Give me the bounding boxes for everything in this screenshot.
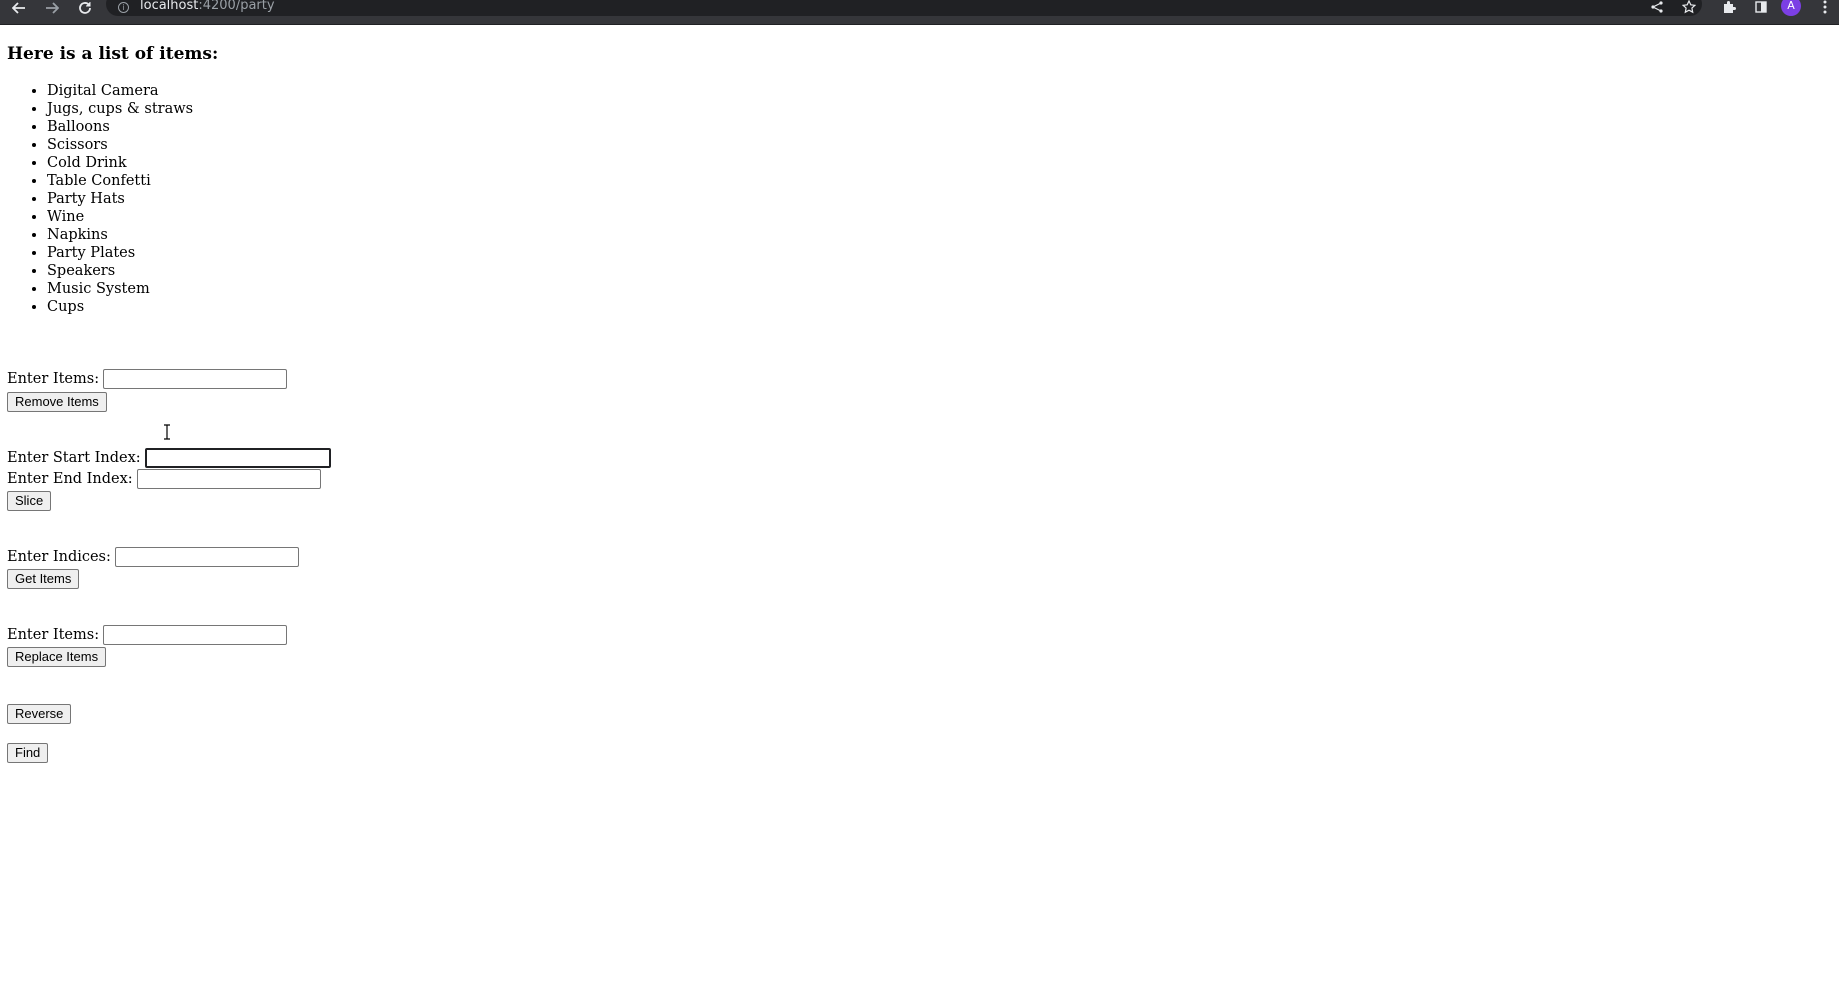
replace-items-input[interactable] [103,625,288,645]
start-index-label: Enter Start Index: [7,450,141,466]
share-icon[interactable] [1646,0,1668,14]
list-item: Party Hats [47,190,193,208]
list-item: Jugs, cups & straws [47,100,193,118]
replace-items-button[interactable]: Replace Items [7,647,107,667]
list-item: Cups [47,298,193,316]
list-item: Napkins [47,226,193,244]
start-index-input[interactable] [144,448,331,468]
indices-input[interactable] [114,547,299,567]
indices-label: Enter Indices: [7,549,111,565]
info-icon[interactable]: i [118,2,129,13]
find-button[interactable]: Find [7,743,49,763]
slice-button[interactable]: Slice [7,491,52,511]
menu-icon[interactable] [1814,0,1836,14]
list-item: Cold Drink [47,154,193,172]
profile-avatar[interactable]: A [1781,0,1801,16]
url-host: localhost [140,0,199,13]
list-item: Music System [47,280,193,298]
list-item: Speakers [47,262,193,280]
side-panel-icon[interactable] [1750,0,1772,14]
reload-icon[interactable] [73,0,97,16]
forward-arrow-icon[interactable] [40,0,64,16]
page-title: Here is a list of items: [7,44,219,64]
list-item: Balloons [47,118,193,136]
replace-items-label: Enter Items: [7,627,100,643]
list-item: Scissors [47,136,193,154]
reverse-button[interactable]: Reverse [7,704,72,724]
items-list: Digital Camera Jugs, cups & straws Ballo… [0,82,193,316]
remove-items-button[interactable]: Remove Items [7,392,107,412]
address-bar[interactable]: i localhost:4200/party [106,0,1702,16]
end-index-label: Enter End Index: [7,471,133,487]
extensions-icon[interactable] [1718,0,1740,14]
url-path: :4200/party [198,0,275,13]
remove-items-input[interactable] [103,369,288,389]
list-item: Wine [47,208,193,226]
list-item: Table Confetti [47,172,193,190]
page-content: Here is a list of items: Digital Camera … [0,25,1839,1000]
replace-items-row: Enter Items: [7,624,288,646]
end-index-input[interactable] [136,469,321,489]
remove-items-label: Enter Items: [7,371,100,387]
list-item: Digital Camera [47,82,193,100]
indices-row: Enter Indices: [7,546,299,568]
star-icon[interactable] [1678,0,1700,14]
remove-items-row: Enter Items: [7,368,288,390]
end-index-row: Enter End Index: [7,468,321,490]
browser-toolbar: i localhost:4200/party A [0,0,1839,25]
start-index-row: Enter Start Index: [7,447,331,469]
back-arrow-icon[interactable] [7,0,31,16]
get-items-button[interactable]: Get Items [7,569,80,589]
url-text[interactable]: localhost:4200/party [140,0,275,14]
list-item: Party Plates [47,244,193,262]
